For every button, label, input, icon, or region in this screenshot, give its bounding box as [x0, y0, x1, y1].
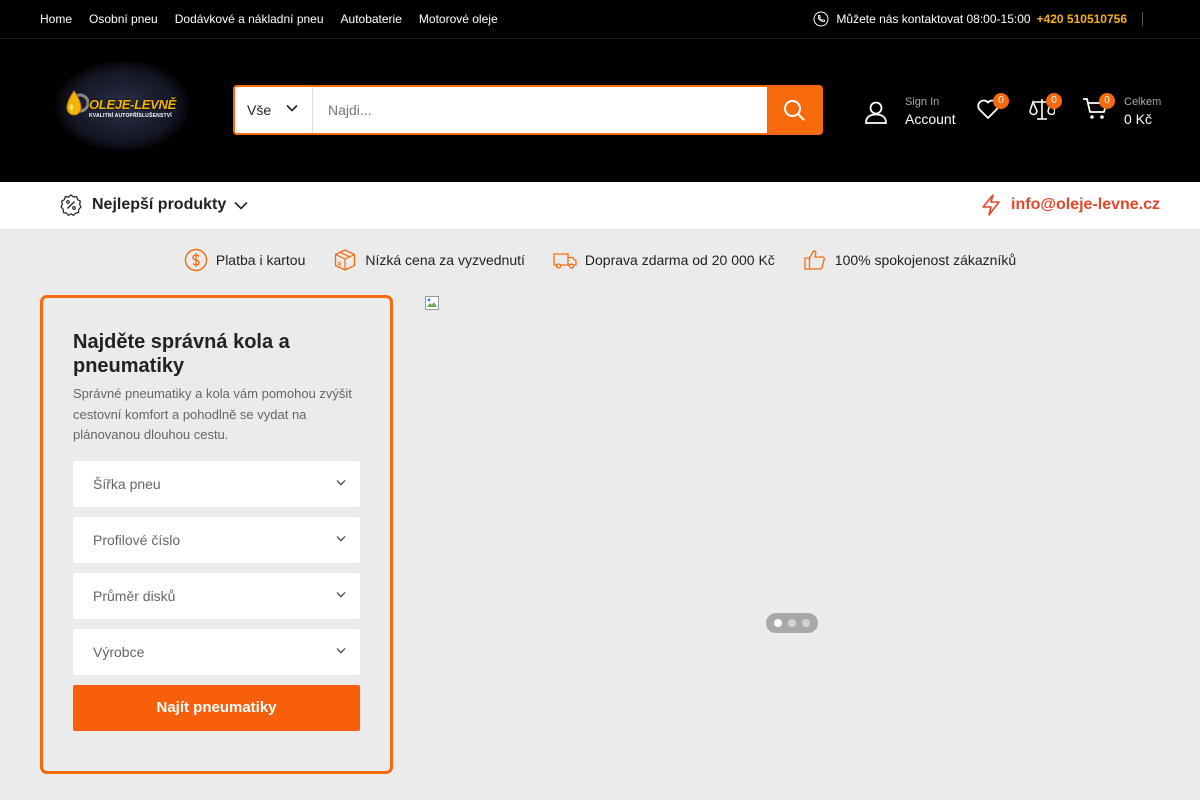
- slider-pagination: [766, 613, 818, 633]
- discount-badge-icon: [60, 194, 82, 216]
- account-label: Account: [905, 111, 956, 127]
- box-icon: [335, 249, 356, 271]
- account-sign-in-label: Sign In: [905, 96, 940, 108]
- tyre-finder-panel: Najděte správná kola a pneumatiky Správn…: [40, 295, 393, 774]
- top-divider: [1142, 12, 1143, 26]
- search-icon: [784, 100, 805, 121]
- contact-hours: Můžete nás kontaktovat 08:00-15:00: [836, 12, 1031, 26]
- slider-dot-2[interactable]: [788, 619, 796, 627]
- top-nav-link-osobni-pneu[interactable]: Osobní pneu: [89, 12, 158, 26]
- chevron-down-icon: [336, 592, 346, 598]
- oil-drop-icon: [66, 90, 89, 116]
- tyre-profile-placeholder: Profilové číslo: [93, 532, 181, 548]
- cart-count-badge: 0: [1099, 93, 1115, 109]
- search-input[interactable]: [313, 87, 767, 133]
- contact-info: Můžete nás kontaktovat 08:00-15:00 +420 …: [813, 11, 1143, 27]
- lightning-bolt-icon: [982, 194, 1000, 216]
- header: OLEJE-LEVNĚ KVALITNÍ AUTOPŘÍSLUŠENSTVÍ V…: [0, 39, 1200, 182]
- tyre-profile-select[interactable]: Profilové číslo: [73, 517, 360, 563]
- top-nav: Home Osobní pneu Dodávkové a nákladní pn…: [40, 12, 498, 26]
- cart-total-label: Celkem: [1124, 96, 1162, 108]
- dollar-coin-icon: [184, 248, 208, 272]
- best-products-menu[interactable]: Nejlepší produkty: [60, 194, 248, 216]
- category-bar: Nejlepší produkty info@oleje-levne.cz: [0, 182, 1200, 230]
- manufacturer-placeholder: Výrobce: [93, 644, 145, 660]
- rim-diameter-select[interactable]: Průměr disků: [73, 573, 360, 619]
- chevron-down-icon: [336, 648, 346, 654]
- feature-payment-label: Platba i kartou: [215, 252, 306, 268]
- wishlist-count-badge: 0: [993, 93, 1009, 109]
- tyre-finder-description: Správné pneumatiky a kola vám pomohou zv…: [73, 386, 352, 442]
- features-strip: Platba i kartou Nízká cena za vyzvednutí…: [0, 248, 1200, 272]
- cart-button[interactable]: 0: [1082, 93, 1115, 126]
- search-button[interactable]: [767, 87, 821, 133]
- tyre-width-select[interactable]: Šířka pneu: [73, 461, 360, 507]
- phone-icon: [813, 11, 829, 27]
- feature-shipping-label: Doprava zdarma od 20 000 Kč: [584, 252, 775, 268]
- top-nav-link-motorove-oleje[interactable]: Motorové oleje: [419, 12, 498, 26]
- feature-payment: Platba i kartou: [184, 248, 306, 272]
- best-products-label: Nejlepší produkty: [92, 196, 227, 213]
- site-logo[interactable]: OLEJE-LEVNĚ KVALITNÍ AUTOPŘÍSLUŠENSTVÍ: [55, 61, 190, 151]
- slider-dot-3[interactable]: [802, 619, 810, 627]
- search-bar: Vše: [233, 85, 823, 135]
- feature-satisfaction: 100% spokojenost zákazníků: [803, 248, 1016, 272]
- compare-button[interactable]: 0: [1029, 93, 1062, 126]
- chevron-down-icon: [336, 536, 346, 542]
- wishlist-button[interactable]: 0: [976, 93, 1009, 125]
- top-bar: Home Osobní pneu Dodávkové a nákladní pn…: [0, 0, 1200, 39]
- contact-phone[interactable]: +420 510510756: [1037, 12, 1127, 26]
- logo-tagline: KVALITNÍ AUTOPŘÍSLUŠENSTVÍ: [89, 113, 172, 119]
- truck-icon: [553, 253, 577, 269]
- feature-pickup: Nízká cena za vyzvednutí: [333, 248, 525, 272]
- search-category-select[interactable]: Vše: [235, 87, 313, 133]
- cart-total-value: 0 Kč: [1124, 111, 1153, 127]
- cart-total[interactable]: Celkem 0 Kč: [1124, 96, 1161, 127]
- feature-shipping: Doprava zdarma od 20 000 Kč: [553, 248, 775, 272]
- search-category-value: Vše: [247, 102, 272, 118]
- logo-brand: OLEJE-LEVNĚ: [89, 97, 176, 112]
- top-nav-link-dodavkove-pneu[interactable]: Dodávkové a nákladní pneu: [175, 12, 324, 26]
- feature-satisfaction-label: 100% spokojenost zákazníků: [834, 252, 1017, 268]
- chevron-down-icon: [286, 104, 298, 112]
- thumbs-up-icon: [804, 250, 825, 270]
- chevron-down-icon: [234, 201, 248, 210]
- tyre-width-placeholder: Šířka pneu: [93, 476, 161, 492]
- rim-diameter-placeholder: Průměr disků: [93, 588, 176, 604]
- account-link[interactable]: Sign In Account: [863, 96, 956, 127]
- manufacturer-select[interactable]: Výrobce: [73, 629, 360, 675]
- feature-pickup-label: Nízká cena za vyzvednutí: [365, 252, 525, 268]
- tyre-finder-title: Najděte správná kola a pneumatiky: [73, 331, 290, 377]
- top-nav-link-home[interactable]: Home: [40, 12, 72, 26]
- compare-count-badge: 0: [1046, 93, 1062, 109]
- user-icon: [865, 101, 887, 124]
- email-address: info@oleje-levne.cz: [1011, 196, 1160, 213]
- top-nav-link-autobaterie[interactable]: Autobaterie: [341, 12, 402, 26]
- slider-dot-1[interactable]: [774, 619, 782, 627]
- broken-image-icon: [425, 296, 439, 310]
- email-link[interactable]: info@oleje-levne.cz: [981, 194, 1160, 216]
- chevron-down-icon: [336, 480, 346, 486]
- find-tyres-button[interactable]: Najít pneumatiky: [73, 685, 360, 731]
